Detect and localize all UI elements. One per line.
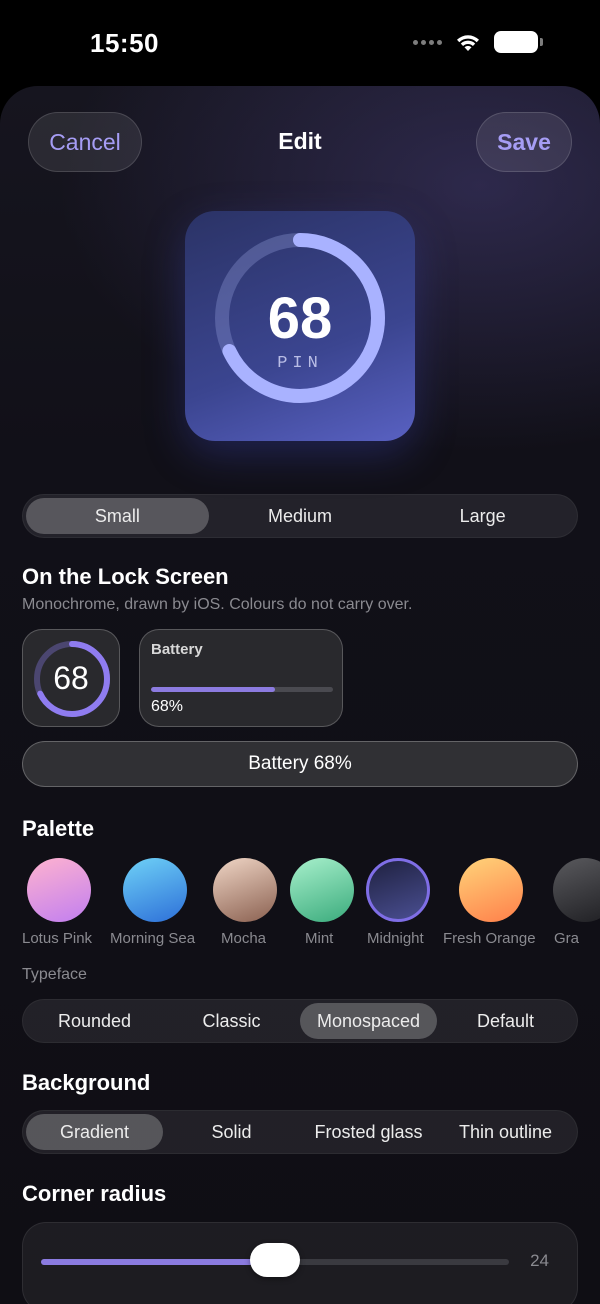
corner-radius-slider-fill	[41, 1259, 275, 1265]
lock-inline-widget[interactable]: Battery 68%	[22, 741, 578, 787]
size-option-small[interactable]: Small	[26, 498, 209, 534]
swatch-gra[interactable]	[553, 858, 600, 922]
signal-dots-icon	[413, 39, 442, 45]
corner-radius-title: Corner radius	[22, 1181, 167, 1206]
size-segmented-control: Small Medium Large	[22, 494, 578, 538]
lock-rectangular-title: Battery	[151, 641, 203, 658]
status-time: 15:50	[90, 28, 159, 58]
swatch-fresh-orange[interactable]	[459, 858, 523, 922]
corner-radius-slider-thumb[interactable]	[250, 1243, 300, 1277]
swatch-label: Mocha	[221, 930, 267, 947]
size-option-medium[interactable]: Medium	[209, 498, 392, 534]
palette-title: Palette	[22, 816, 95, 841]
background-option-gradient[interactable]: Gradient	[26, 1114, 163, 1150]
lock-circular-value: 68	[53, 660, 89, 696]
lock-circular-widget[interactable]: 68	[22, 629, 120, 727]
swatch-mint[interactable]	[290, 858, 354, 922]
typeface-option-monospaced[interactable]: Monospaced	[300, 1003, 437, 1039]
corner-radius-value: 24	[530, 1251, 549, 1270]
battery-icon	[494, 31, 543, 53]
typeface-label: Typeface	[22, 966, 87, 983]
swatch-midnight[interactable]	[366, 858, 430, 922]
lock-battery-bar	[151, 687, 333, 692]
size-option-large[interactable]: Large	[391, 498, 574, 534]
background-option-thin-outline[interactable]: Thin outline	[437, 1114, 574, 1150]
swatch-label: Fresh Orange	[443, 930, 536, 947]
typeface-segmented-control: Rounded Classic Monospaced Default	[22, 999, 578, 1043]
preview-caption: PIN	[277, 354, 323, 373]
lock-screen-subtitle: Monochrome, drawn by iOS. Colours do not…	[22, 596, 413, 613]
status-bar: 15:50	[0, 0, 600, 86]
swatch-label: Morning Sea	[110, 930, 196, 947]
background-option-solid[interactable]: Solid	[163, 1114, 300, 1150]
background-segmented-control: Gradient Solid Frosted glass Thin outlin…	[22, 1110, 578, 1154]
swatch-mocha[interactable]	[213, 858, 277, 922]
corner-radius-card: 24	[22, 1222, 578, 1304]
save-button[interactable]: Save	[476, 112, 572, 172]
lock-rectangular-widget[interactable]: Battery 68%	[139, 629, 343, 727]
swatch-label: Midnight	[367, 930, 424, 947]
wifi-icon	[457, 35, 479, 51]
typeface-option-rounded[interactable]: Rounded	[26, 1003, 163, 1039]
lock-rectangular-value: 68%	[151, 698, 184, 715]
swatch-lotus-pink[interactable]	[27, 858, 91, 922]
background-option-frosted-glass[interactable]: Frosted glass	[300, 1114, 437, 1150]
swatch-label: Gra	[554, 930, 580, 947]
swatch-morning-sea[interactable]	[123, 858, 187, 922]
background-title: Background	[22, 1070, 151, 1095]
typeface-option-classic[interactable]: Classic	[163, 1003, 300, 1039]
widget-preview: 68 PIN	[185, 211, 415, 441]
swatch-label: Mint	[305, 930, 334, 947]
status-icons	[413, 31, 543, 53]
edit-sheet: Cancel Edit Save 68 PIN Small Medium Lar…	[0, 86, 600, 1304]
lock-battery-bar-fill	[151, 687, 275, 692]
swatch-label: Lotus Pink	[22, 930, 93, 947]
lock-screen-title: On the Lock Screen	[22, 564, 229, 589]
typeface-option-default[interactable]: Default	[437, 1003, 574, 1039]
preview-value: 68	[267, 286, 333, 351]
